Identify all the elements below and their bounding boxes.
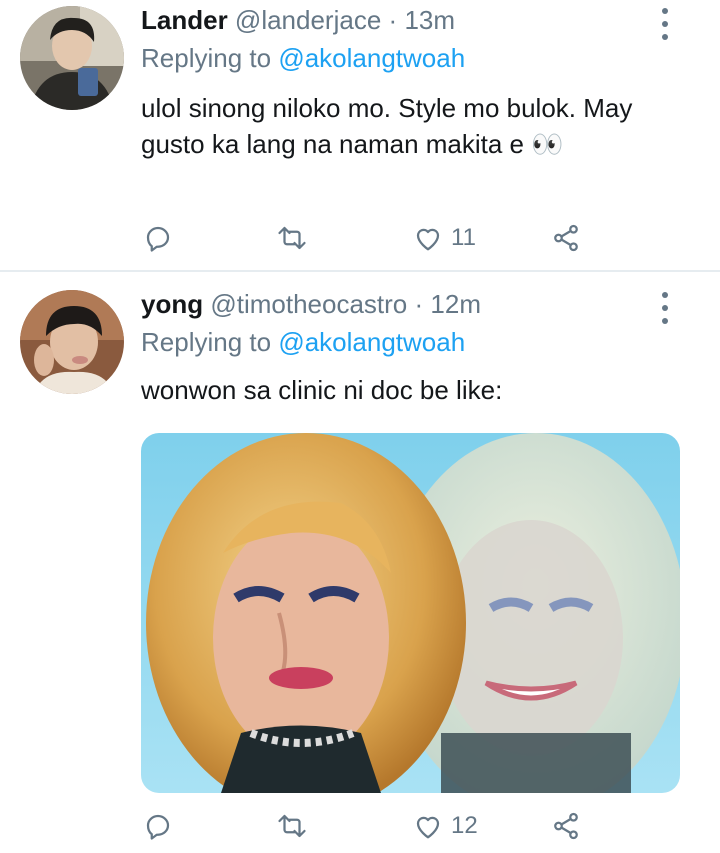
- share-button[interactable]: [551, 806, 581, 846]
- tweet-actions: 12: [141, 806, 601, 846]
- more-vertical-icon[interactable]: [655, 292, 675, 324]
- reply-icon: [146, 814, 170, 840]
- tweet-header: yong @timotheocastro · 12m: [141, 288, 481, 320]
- tweet-actions: 11: [141, 218, 601, 258]
- mention-link[interactable]: @akolangtwoah: [278, 327, 465, 357]
- replying-to: Replying to @akolangtwoah: [141, 326, 465, 358]
- replying-to: Replying to @akolangtwoah: [141, 42, 465, 74]
- reply-button[interactable]: [143, 806, 181, 846]
- reply-button[interactable]: [143, 218, 181, 258]
- like-button[interactable]: 11: [413, 218, 476, 258]
- user-handle[interactable]: @timotheocastro: [210, 289, 407, 319]
- like-icon: [416, 816, 440, 839]
- share-icon: [554, 224, 578, 252]
- tweet-2[interactable]: yong @timotheocastro · 12m Replying to @…: [0, 272, 720, 853]
- retweet-button[interactable]: [277, 218, 315, 258]
- separator-dot: ·: [414, 289, 424, 319]
- like-count: 12: [451, 812, 478, 839]
- retweet-button[interactable]: [277, 806, 315, 846]
- display-name[interactable]: yong: [141, 289, 203, 319]
- tweet-text: wonwon sa clinic ni doc be like:: [141, 375, 503, 405]
- tweet-image[interactable]: [141, 433, 680, 793]
- display-name[interactable]: Lander: [141, 5, 228, 35]
- user-handle[interactable]: @landerjace: [235, 5, 381, 35]
- like-count: 11: [451, 224, 476, 251]
- tweet-header: Lander @landerjace · 13m: [141, 4, 455, 36]
- avatar[interactable]: [20, 290, 124, 394]
- timestamp[interactable]: 13m: [404, 5, 455, 35]
- retweet-icon: [278, 226, 306, 250]
- mention-link[interactable]: @akolangtwoah: [278, 43, 465, 73]
- timestamp[interactable]: 12m: [430, 289, 481, 319]
- like-icon: [416, 228, 440, 251]
- share-icon: [554, 812, 578, 840]
- replying-prefix: Replying to: [141, 327, 272, 357]
- avatar[interactable]: [20, 6, 124, 110]
- replying-prefix: Replying to: [141, 43, 272, 73]
- more-vertical-icon[interactable]: [655, 8, 675, 40]
- tweet-1[interactable]: Lander @landerjace · 13m Replying to @ak…: [0, 0, 720, 270]
- separator-dot: ·: [388, 5, 398, 35]
- reply-icon: [146, 226, 170, 252]
- tweet-text: ulol sinong niloko mo. Style mo bulok. M…: [141, 93, 633, 159]
- retweet-icon: [278, 814, 306, 838]
- like-button[interactable]: 12: [413, 806, 478, 846]
- share-button[interactable]: [551, 218, 581, 258]
